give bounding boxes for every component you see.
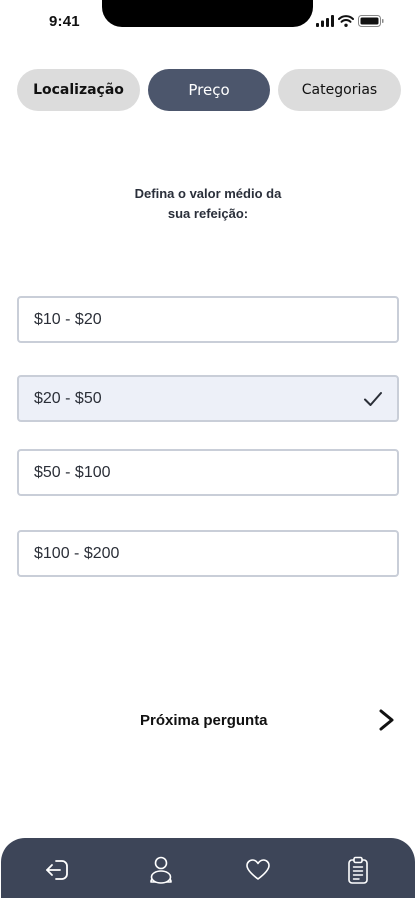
chevron-right-icon	[379, 709, 394, 731]
login-icon	[46, 860, 68, 880]
price-option-label: $100 - $200	[34, 544, 120, 562]
next-question-button[interactable]: Próxima pergunta	[110, 704, 410, 738]
nav-favorites[interactable]	[240, 852, 276, 888]
price-option-label: $50 - $100	[34, 463, 111, 481]
tab-categorias[interactable]: Categorias	[278, 69, 401, 111]
notch	[102, 0, 313, 27]
nav-orders[interactable]	[340, 852, 376, 888]
price-option-label: $20 - $50	[34, 389, 102, 407]
nav-login[interactable]	[39, 852, 75, 888]
price-option-50-100[interactable]: $50 - $100	[17, 449, 399, 496]
price-option-10-20[interactable]: $10 - $20	[17, 296, 399, 343]
price-option-20-50[interactable]: $20 - $50	[17, 375, 399, 422]
next-question-label: Próxima pergunta	[140, 712, 268, 729]
question-line-1: Defina o valor médio da	[134, 186, 282, 201]
status-bar: 9:41	[0, 0, 417, 40]
user-icon	[150, 856, 172, 884]
signal-icon	[316, 15, 334, 27]
wifi-icon	[338, 15, 354, 27]
status-time: 9:41	[49, 13, 80, 30]
tab-localizacao[interactable]: Localização	[17, 69, 140, 111]
clipboard-icon	[348, 856, 368, 884]
question-line-2: sua refeição:	[167, 206, 249, 221]
phone-screen: 9:41 Localização Preço Categorias Defina…	[0, 0, 417, 898]
heart-icon	[246, 859, 270, 880]
question-text: Defina o valor médio da sua refeição:	[88, 184, 328, 224]
bottom-nav	[1, 838, 415, 898]
status-icons	[316, 14, 384, 28]
battery-icon	[358, 15, 384, 27]
nav-profile[interactable]	[143, 852, 179, 888]
price-option-label: $10 - $20	[34, 310, 102, 328]
check-icon	[364, 392, 382, 406]
tab-preco[interactable]: Preço	[148, 69, 270, 111]
price-option-100-200[interactable]: $100 - $200	[17, 530, 399, 577]
